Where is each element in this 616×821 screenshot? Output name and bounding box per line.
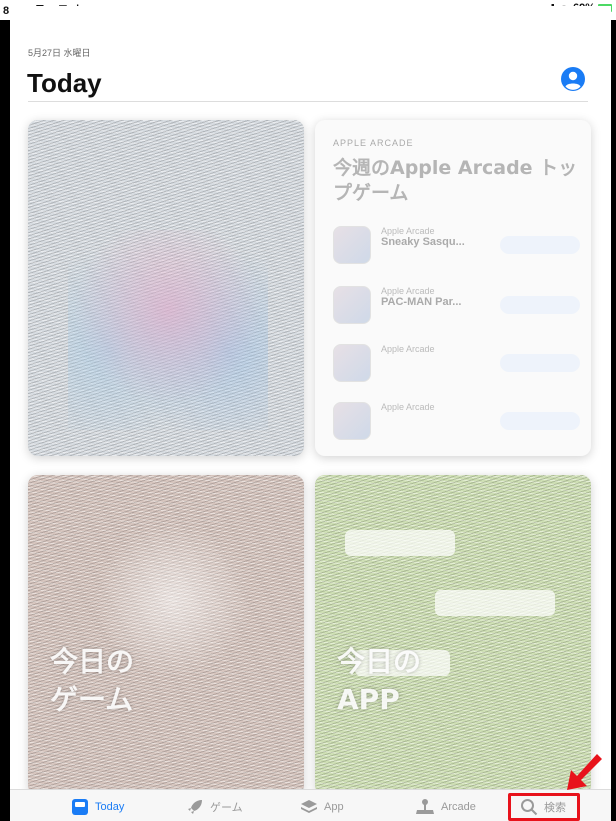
game-info: Apple Arcade: [381, 344, 491, 354]
card-title-line-2: ゲーム: [50, 682, 134, 716]
game-category: Apple Arcade: [381, 402, 435, 412]
card-title: 今週のApple Arcade トップゲーム: [333, 157, 578, 204]
rocket-icon: [188, 800, 202, 814]
card-eyebrow: APPLE ARCADE: [333, 138, 414, 148]
page-title: Today: [27, 68, 102, 98]
illustration-bubble: [435, 590, 555, 616]
card-artwork-background: [315, 475, 591, 795]
card-illustration: [68, 230, 268, 430]
game-category: Apple Arcade: [381, 344, 435, 354]
annotation-highlight-box: [508, 793, 580, 821]
list-item[interactable]: Apple Arcade PAC-MAN Par...: [333, 286, 580, 330]
get-button[interactable]: [500, 296, 580, 314]
tab-label: ゲーム: [210, 802, 243, 814]
tab-label: Arcade: [441, 801, 476, 813]
game-of-the-day-card[interactable]: 今日の ゲーム: [28, 475, 304, 795]
list-item[interactable]: Apple Arcade: [333, 402, 580, 446]
annotation-arrow-icon: [567, 754, 602, 790]
today-date-label: 5月27日 水曜日: [28, 48, 91, 58]
person-circle-icon[interactable]: [560, 66, 586, 92]
app-icon: [333, 344, 371, 382]
card-title-line-1: 今日の: [337, 645, 422, 678]
game-info: Apple Arcade PAC-MAN Par...: [381, 286, 491, 308]
app-of-the-day-card[interactable]: 今日の APP: [315, 475, 591, 795]
today-icon: [72, 799, 88, 815]
header-divider: [28, 101, 588, 102]
arcade-joystick-icon: [416, 799, 434, 814]
get-button[interactable]: [500, 412, 580, 430]
app-icon: [333, 226, 371, 264]
card-title: 今日の ゲーム: [50, 643, 134, 719]
tab-label: Today: [95, 801, 125, 813]
list-item[interactable]: Apple Arcade: [333, 344, 580, 388]
get-button[interactable]: [500, 354, 580, 372]
game-category: Apple Arcade: [381, 286, 435, 296]
game-info: Apple Arcade: [381, 402, 491, 412]
featured-story-card[interactable]: [28, 120, 304, 456]
app-icon: [333, 402, 371, 440]
list-item[interactable]: Apple Arcade Sneaky Sasqu...: [333, 226, 580, 270]
game-name: PAC-MAN Par...: [381, 296, 462, 308]
card-title: 今日の APP: [337, 643, 421, 719]
tab-today[interactable]: Today: [71, 795, 124, 819]
game-name: Sneaky Sasqu...: [381, 236, 465, 248]
apple-arcade-list-card[interactable]: APPLE ARCADE 今週のApple Arcade トップゲーム Appl…: [315, 120, 591, 456]
game-category: Apple Arcade: [381, 226, 435, 236]
game-info: Apple Arcade Sneaky Sasqu...: [381, 226, 491, 248]
get-button[interactable]: [500, 236, 580, 254]
tab-apps[interactable]: App: [300, 795, 344, 819]
layers-icon: [301, 800, 317, 813]
card-title-line-2: APP: [337, 682, 400, 716]
tab-games[interactable]: ゲーム: [186, 795, 243, 819]
tab-label: App: [324, 801, 344, 813]
illustration-bubble: [345, 530, 455, 556]
tab-arcade[interactable]: Arcade: [415, 795, 476, 819]
card-title-line-1: 今日の: [50, 645, 135, 678]
app-icon: [333, 286, 371, 324]
